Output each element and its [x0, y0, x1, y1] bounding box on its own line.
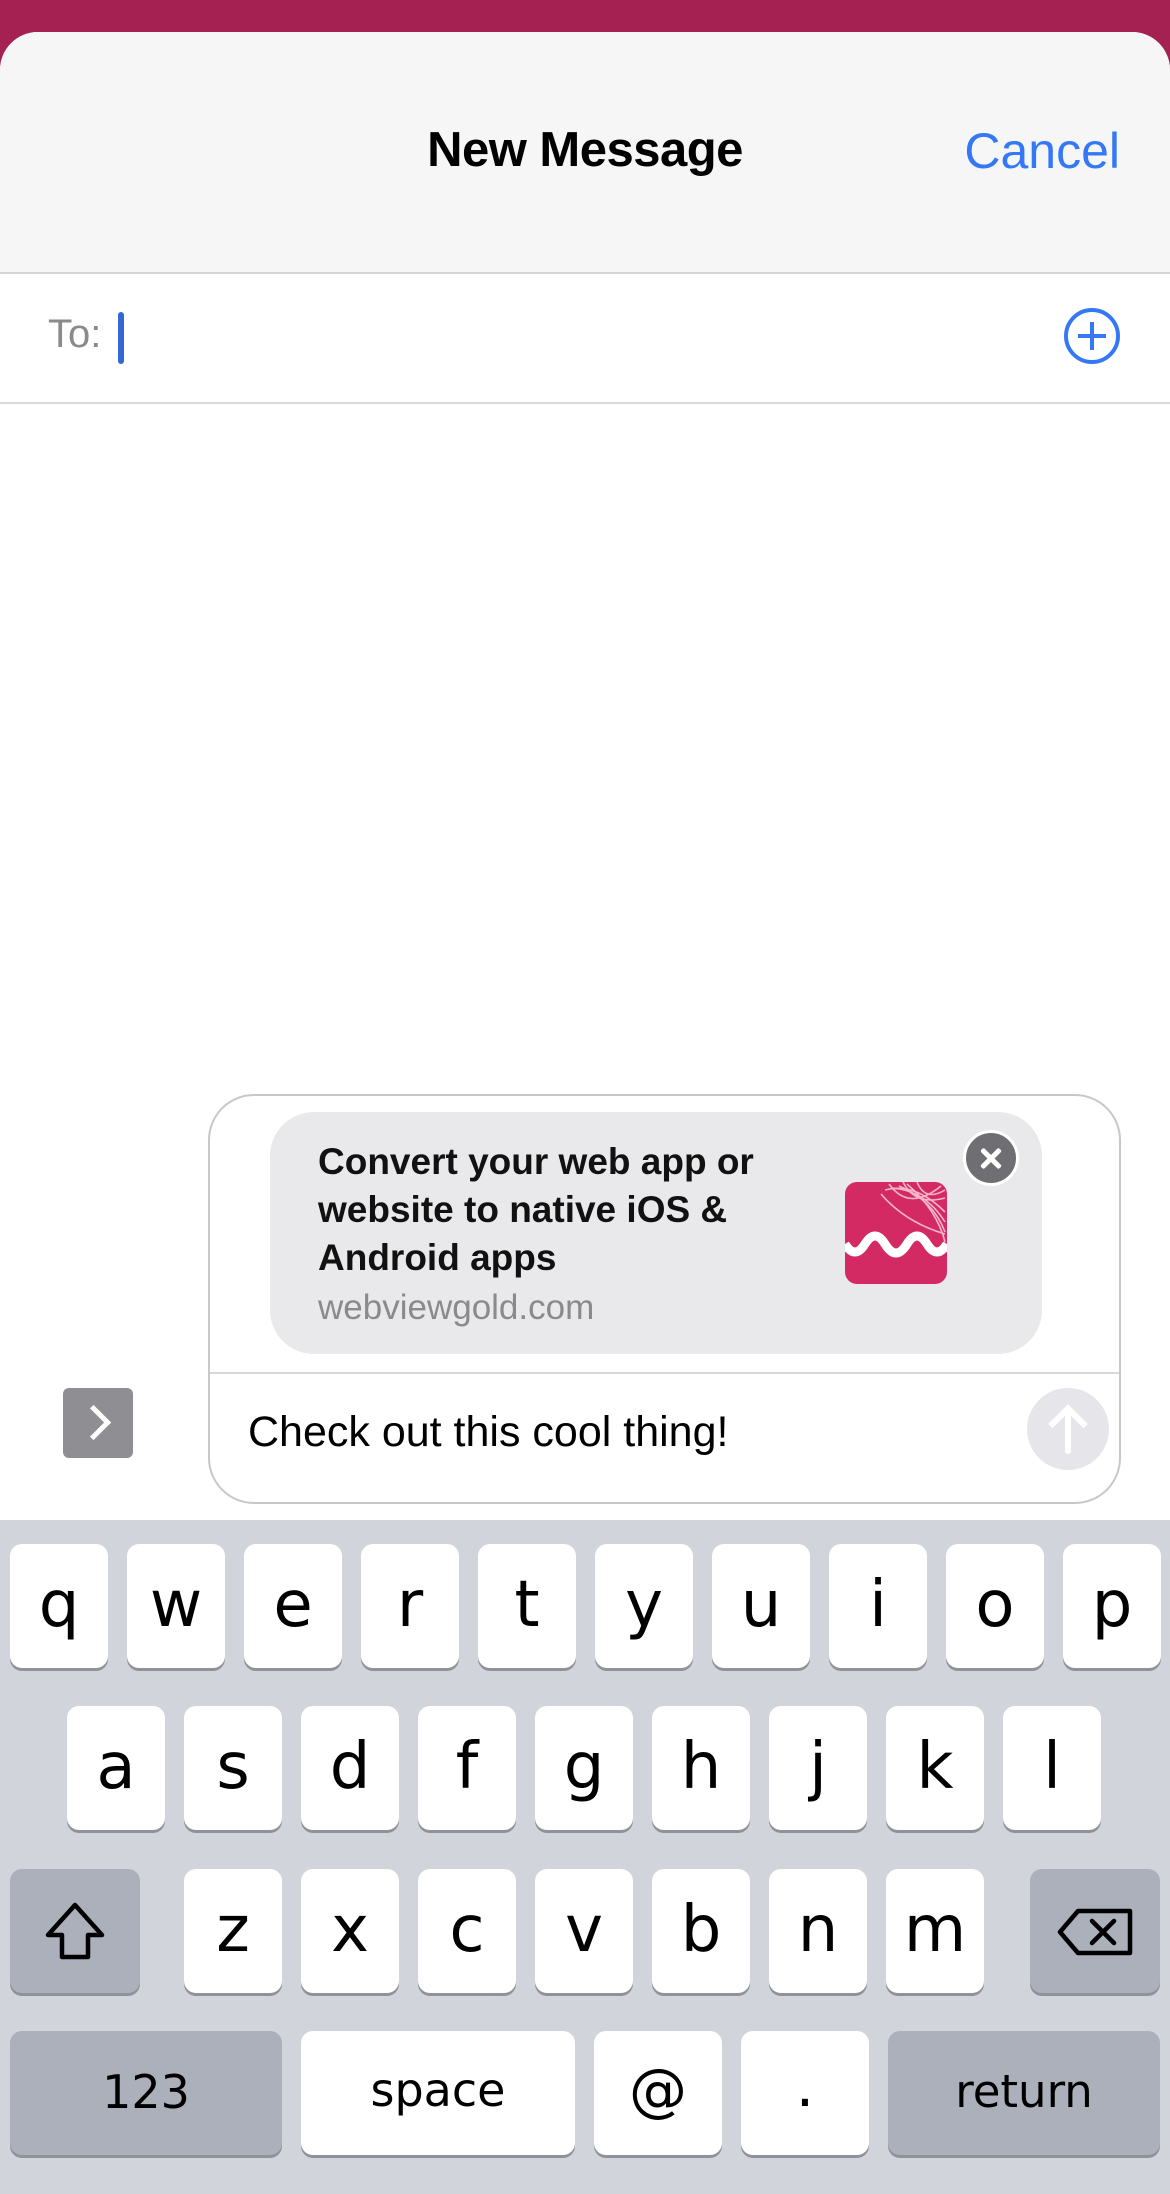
navigation-bar: New Message Cancel — [0, 32, 1170, 274]
key-t[interactable]: t — [478, 1544, 576, 1668]
link-preview-domain: webviewgold.com — [318, 1288, 595, 1327]
key-u[interactable]: u — [712, 1544, 810, 1668]
key-w[interactable]: w — [127, 1544, 225, 1668]
remove-preview-button[interactable] — [963, 1130, 1019, 1186]
compose-field: Convert your web app or website to nativ… — [208, 1094, 1121, 1504]
backspace-icon — [1057, 1908, 1133, 1956]
key-s[interactable]: s — [184, 1706, 282, 1830]
space-key[interactable]: space — [301, 2031, 575, 2155]
recipient-row: To: — [0, 274, 1170, 404]
key-d[interactable]: d — [301, 1706, 399, 1830]
key-q[interactable]: q — [10, 1544, 108, 1668]
recipient-input[interactable] — [112, 298, 1012, 378]
key-p[interactable]: p — [1063, 1544, 1161, 1668]
key-j[interactable]: j — [769, 1706, 867, 1830]
key-a[interactable]: a — [67, 1706, 165, 1830]
key-x[interactable]: x — [301, 1869, 399, 1993]
key-g[interactable]: g — [535, 1706, 633, 1830]
webviewgold-logo-icon — [845, 1182, 947, 1284]
period-key[interactable]: . — [741, 2031, 869, 2155]
link-preview-title: Convert your web app or website to nativ… — [318, 1141, 754, 1278]
key-z[interactable]: z — [184, 1869, 282, 1993]
key-n[interactable]: n — [769, 1869, 867, 1993]
key-c[interactable]: c — [418, 1869, 516, 1993]
key-y[interactable]: y — [595, 1544, 693, 1668]
key-e[interactable]: e — [244, 1544, 342, 1668]
at-key[interactable]: @ — [594, 2031, 722, 2155]
expand-apps-button[interactable] — [63, 1388, 133, 1458]
text-cursor — [118, 312, 124, 364]
key-r[interactable]: r — [361, 1544, 459, 1668]
key-i[interactable]: i — [829, 1544, 927, 1668]
key-o[interactable]: o — [946, 1544, 1044, 1668]
cancel-button[interactable]: Cancel — [964, 122, 1120, 180]
key-l[interactable]: l — [1003, 1706, 1101, 1830]
keyboard: q w e r t y u i o p a s d f g h j k l z … — [0, 1520, 1170, 2194]
key-h[interactable]: h — [652, 1706, 750, 1830]
key-f[interactable]: f — [418, 1706, 516, 1830]
to-label: To: — [48, 312, 102, 356]
compose-divider — [210, 1372, 1119, 1374]
shift-key[interactable] — [10, 1869, 140, 1993]
link-preview-card[interactable]: Convert your web app or website to nativ… — [270, 1112, 1042, 1354]
return-key[interactable]: return — [888, 2031, 1160, 2155]
message-input[interactable]: Check out this cool thing! — [248, 1408, 1008, 1457]
send-button[interactable] — [1027, 1388, 1109, 1470]
key-k[interactable]: k — [886, 1706, 984, 1830]
add-contact-button[interactable] — [1064, 308, 1120, 364]
delete-key[interactable] — [1030, 1869, 1160, 1993]
shift-icon — [45, 1902, 105, 1960]
numbers-key[interactable]: 123 — [10, 2031, 282, 2155]
key-b[interactable]: b — [652, 1869, 750, 1993]
key-m[interactable]: m — [886, 1869, 984, 1993]
key-v[interactable]: v — [535, 1869, 633, 1993]
